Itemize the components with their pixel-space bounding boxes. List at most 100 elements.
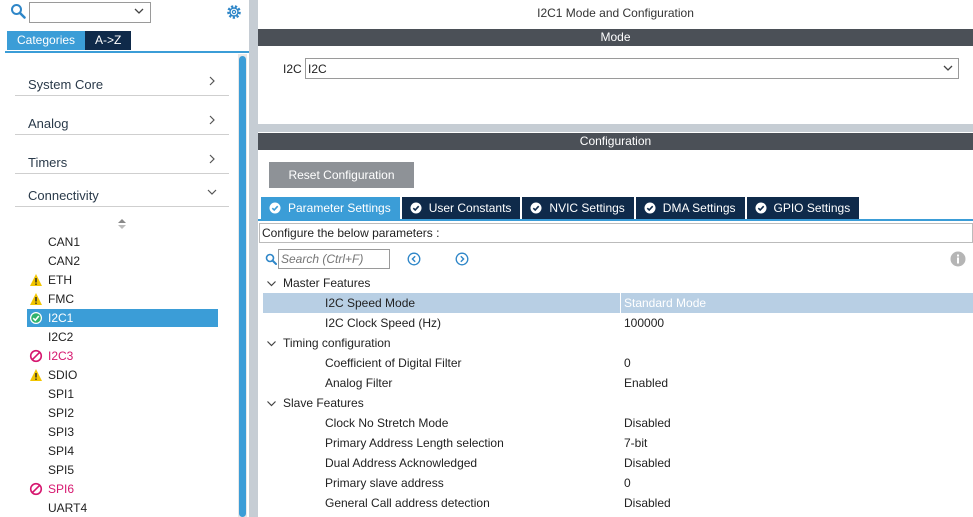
tab-gpio-settings[interactable]: GPIO Settings xyxy=(746,197,860,219)
peripheral-spi1[interactable]: SPI1 xyxy=(27,385,218,403)
i2c-mode-select[interactable]: I2C xyxy=(305,58,959,79)
tab-user-constants[interactable]: User Constants xyxy=(401,197,521,219)
info-icon[interactable] xyxy=(950,251,966,267)
peripheral-can2[interactable]: CAN2 xyxy=(27,252,218,270)
i2c-mode-label: I2C xyxy=(283,62,302,76)
param-row-clock-no-stretch[interactable]: Clock No Stretch Mode Disabled xyxy=(263,413,973,433)
param-row-dual-address[interactable]: Dual Address Acknowledged Disabled xyxy=(263,453,973,473)
peripheral-i2c1[interactable]: I2C1 xyxy=(27,309,218,327)
category-timers[interactable]: Timers xyxy=(15,138,229,174)
search-icon[interactable] xyxy=(10,3,26,19)
param-value[interactable]: Disabled xyxy=(624,493,671,513)
param-value[interactable]: 0 xyxy=(624,353,631,373)
panel-splitter[interactable] xyxy=(249,0,258,517)
peripheral-i2c2[interactable]: I2C2 xyxy=(27,328,218,346)
group-slave-features[interactable]: Slave Features xyxy=(263,393,973,413)
next-match-icon[interactable] xyxy=(455,252,469,266)
chevron-right-icon xyxy=(209,76,215,86)
column-separator xyxy=(620,293,621,313)
peripheral-name: CAN1 xyxy=(48,235,81,249)
peripheral-spi6[interactable]: SPI6 xyxy=(27,480,218,498)
section-divider xyxy=(258,124,973,132)
peripheral-name: SPI2 xyxy=(48,406,75,420)
check-circle-icon xyxy=(269,202,281,214)
peripheral-name: I2C2 xyxy=(48,330,74,344)
chevron-down-icon[interactable] xyxy=(267,399,276,408)
param-name: General Call address detection xyxy=(325,496,490,510)
category-system-core[interactable]: System Core xyxy=(15,60,229,96)
left-tabs: Categories A->Z xyxy=(7,31,132,50)
peripheral-name: SDIO xyxy=(48,368,78,382)
i2c-mode-value: I2C xyxy=(308,62,327,76)
left-panel: Categories A->Z System Core Analog Timer… xyxy=(0,0,249,517)
group-name: Master Features xyxy=(283,276,371,290)
param-row-digital-filter[interactable]: Coefficient of Digital Filter 0 xyxy=(263,353,973,373)
param-value[interactable]: 7-bit xyxy=(624,433,647,453)
group-name: Slave Features xyxy=(283,396,364,410)
peripheral-eth[interactable]: ETH xyxy=(27,271,218,289)
group-timing-configuration[interactable]: Timing configuration xyxy=(263,333,973,353)
group-master-features[interactable]: Master Features xyxy=(263,273,973,293)
param-name: Analog Filter xyxy=(325,376,393,390)
chevron-down-icon[interactable] xyxy=(943,63,953,73)
gear-icon[interactable] xyxy=(225,3,243,21)
warning-icon xyxy=(30,293,42,305)
chevron-down-icon[interactable] xyxy=(267,339,276,348)
sort-icon[interactable] xyxy=(117,218,127,230)
blocked-icon xyxy=(29,482,43,496)
param-row-i2c-clock-speed[interactable]: I2C Clock Speed (Hz) 100000 xyxy=(263,313,973,333)
tabs-underline xyxy=(258,219,973,221)
search-icon[interactable] xyxy=(265,253,277,265)
peripheral-sdio[interactable]: SDIO xyxy=(27,366,218,384)
param-value[interactable]: Enabled xyxy=(624,373,668,393)
param-value[interactable]: Standard Mode xyxy=(624,293,706,313)
reset-configuration-button[interactable]: Reset Configuration xyxy=(269,162,414,188)
parameter-search-input-box[interactable] xyxy=(278,249,390,269)
chevron-down-icon[interactable] xyxy=(134,6,144,16)
tab-nvic-settings[interactable]: NVIC Settings xyxy=(522,197,634,219)
tab-dma-settings[interactable]: DMA Settings xyxy=(635,197,745,219)
configuration-tabs: Parameter Settings User Constants NVIC S… xyxy=(261,197,861,219)
peripheral-can1[interactable]: CAN1 xyxy=(27,233,218,251)
param-row-general-call[interactable]: General Call address detection Disabled xyxy=(263,493,973,513)
parameter-search-input[interactable] xyxy=(281,251,385,267)
param-value[interactable]: Disabled xyxy=(624,453,671,473)
peripheral-spi5[interactable]: SPI5 xyxy=(27,461,218,479)
peripheral-spi2[interactable]: SPI2 xyxy=(27,404,218,422)
peripheral-search-combo[interactable] xyxy=(29,2,151,23)
previous-match-icon[interactable] xyxy=(407,252,421,266)
peripheral-spi3[interactable]: SPI3 xyxy=(27,423,218,441)
category-connectivity[interactable]: Connectivity xyxy=(15,171,229,207)
tab-label: User Constants xyxy=(428,201,512,215)
tab-parameter-settings[interactable]: Parameter Settings xyxy=(261,197,400,219)
config-hint: Configure the below parameters : xyxy=(259,223,973,243)
peripheral-fmc[interactable]: FMC xyxy=(27,290,218,308)
peripheral-name: SPI1 xyxy=(48,387,75,401)
peripheral-name: SPI5 xyxy=(48,463,75,477)
param-name: Dual Address Acknowledged xyxy=(325,456,478,470)
group-name: Timing configuration xyxy=(283,336,391,350)
param-row-i2c-speed-mode[interactable]: I2C Speed Mode Standard Mode xyxy=(263,293,973,313)
peripheral-i2c3[interactable]: I2C3 xyxy=(27,347,218,365)
peripheral-name: I2C3 xyxy=(48,349,74,363)
warning-icon xyxy=(30,369,42,381)
tab-categories[interactable]: Categories xyxy=(7,31,86,50)
param-row-primary-slave-address[interactable]: Primary slave address 0 xyxy=(263,473,973,493)
param-value[interactable]: 100000 xyxy=(624,313,664,333)
param-value[interactable]: Disabled xyxy=(624,413,671,433)
scrollbar-thumb[interactable] xyxy=(239,56,246,517)
peripheral-uart4[interactable]: UART4 xyxy=(27,499,218,517)
param-name: Primary slave address xyxy=(325,476,444,490)
category-analog[interactable]: Analog xyxy=(15,99,229,135)
peripheral-spi4[interactable]: SPI4 xyxy=(27,442,218,460)
tab-a-z[interactable]: A->Z xyxy=(85,31,132,50)
param-row-analog-filter[interactable]: Analog Filter Enabled xyxy=(263,373,973,393)
peripheral-name: I2C1 xyxy=(48,311,74,325)
param-row-address-length[interactable]: Primary Address Length selection 7-bit xyxy=(263,433,973,453)
param-value[interactable]: 0 xyxy=(624,473,631,493)
chevron-down-icon[interactable] xyxy=(267,279,276,288)
peripheral-name: SPI6 xyxy=(48,482,75,496)
category-label: Analog xyxy=(28,116,69,131)
category-label: Timers xyxy=(28,155,68,170)
peripheral-name: SPI4 xyxy=(48,444,75,458)
